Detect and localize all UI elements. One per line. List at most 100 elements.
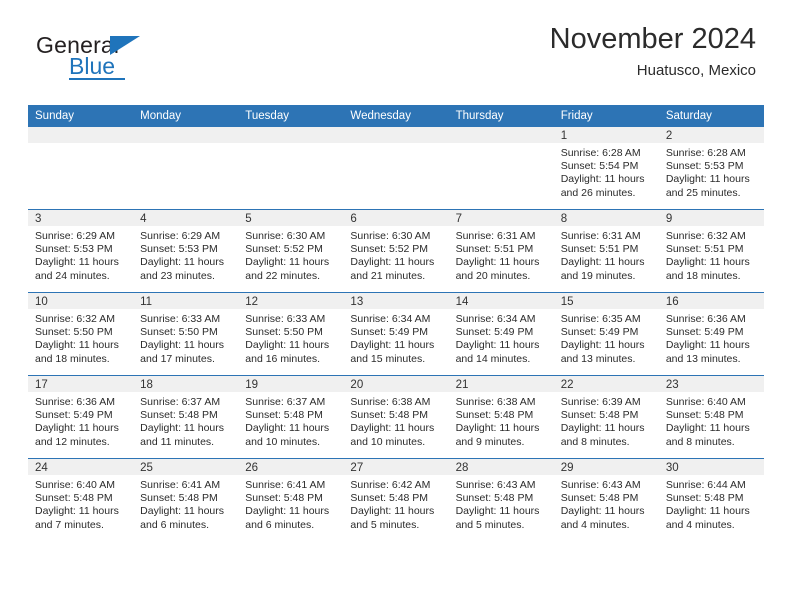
day-number: 28 bbox=[448, 459, 554, 475]
calendar-day[interactable]: 15 Sunrise: 6:35 AM Sunset: 5:49 PM Dayligh… bbox=[553, 293, 659, 375]
calendar-day[interactable]: 23 Sunrise: 6:40 AM Sunset: 5:48 PM Dayligh… bbox=[658, 376, 764, 458]
sunset-time: Sunset: 5:53 PM bbox=[665, 160, 744, 173]
sunset-time: Sunset: 5:48 PM bbox=[455, 409, 534, 422]
calendar-cell[interactable]: 29 Sunrise: 6:43 AM Sunset: 5:48 PM Dayligh… bbox=[553, 458, 659, 541]
calendar-day[interactable]: 24 Sunrise: 6:40 AM Sunset: 5:48 PM Dayligh… bbox=[28, 459, 134, 541]
calendar-day[interactable]: 7 Sunrise: 6:31 AM Sunset: 5:51 PM Daylight… bbox=[448, 210, 554, 292]
calendar-day[interactable]: 9 Sunrise: 6:32 AM Sunset: 5:51 PM Daylight… bbox=[658, 210, 764, 292]
logo-underline bbox=[69, 78, 125, 80]
calendar-cell[interactable]: 7 Sunrise: 6:31 AM Sunset: 5:51 PM Daylight… bbox=[448, 209, 554, 293]
calendar-day[interactable]: 25 Sunrise: 6:41 AM Sunset: 5:48 PM Dayligh… bbox=[133, 459, 239, 541]
daylight-duration-line2: and 15 minutes. bbox=[350, 352, 426, 365]
calendar-day[interactable]: 19 Sunrise: 6:37 AM Sunset: 5:48 PM Dayligh… bbox=[238, 376, 344, 458]
daylight-duration-line1: Daylight: 11 hours bbox=[350, 422, 435, 435]
day-sun-info: Sunrise: 6:30 AM Sunset: 5:52 PM Daylight:… bbox=[238, 226, 343, 283]
calendar-cell[interactable]: 6 Sunrise: 6:30 AM Sunset: 5:52 PM Daylight… bbox=[343, 209, 449, 293]
calendar-cell[interactable]: 20 Sunrise: 6:38 AM Sunset: 5:48 PM Dayligh… bbox=[343, 375, 449, 459]
calendar-day[interactable]: 21 Sunrise: 6:38 AM Sunset: 5:48 PM Dayligh… bbox=[448, 376, 554, 458]
calendar-cell[interactable]: 4 Sunrise: 6:29 AM Sunset: 5:53 PM Daylight… bbox=[133, 209, 239, 293]
calendar-day[interactable]: 4 Sunrise: 6:29 AM Sunset: 5:53 PM Daylight… bbox=[133, 210, 239, 292]
sunset-time: Sunset: 5:50 PM bbox=[245, 326, 323, 339]
calendar-cell[interactable]: 8 Sunrise: 6:31 AM Sunset: 5:51 PM Daylight… bbox=[553, 209, 659, 293]
calendar-cell[interactable]: 26 Sunrise: 6:41 AM Sunset: 5:48 PM Dayligh… bbox=[238, 458, 344, 541]
daylight-duration-line1: Daylight: 11 hours bbox=[245, 505, 330, 518]
calendar-cell[interactable]: 17 Sunrise: 6:36 AM Sunset: 5:49 PM Dayligh… bbox=[28, 375, 134, 459]
sunrise-time: Sunrise: 6:30 AM bbox=[350, 230, 431, 242]
calendar-cell[interactable]: 1 Sunrise: 6:28 AM Sunset: 5:54 PM Daylight… bbox=[553, 127, 659, 210]
daylight-duration-line1: Daylight: 11 hours bbox=[665, 173, 750, 186]
daylight-duration-line2: and 10 minutes. bbox=[245, 435, 320, 448]
sunrise-time: Sunrise: 6:41 AM bbox=[140, 479, 221, 491]
daylight-duration-line1: Daylight: 11 hours bbox=[350, 256, 435, 269]
calendar-day[interactable]: 29 Sunrise: 6:43 AM Sunset: 5:48 PM Dayligh… bbox=[553, 459, 659, 541]
calendar-day[interactable]: 1 Sunrise: 6:28 AM Sunset: 5:54 PM Daylight… bbox=[553, 127, 659, 209]
calendar-day[interactable]: 27 Sunrise: 6:42 AM Sunset: 5:48 PM Dayligh… bbox=[343, 459, 449, 541]
calendar-cell[interactable]: 25 Sunrise: 6:41 AM Sunset: 5:48 PM Dayligh… bbox=[133, 458, 239, 541]
calendar-cell[interactable] bbox=[343, 127, 449, 210]
calendar-day[interactable]: 20 Sunrise: 6:38 AM Sunset: 5:48 PM Dayligh… bbox=[343, 376, 449, 458]
sunrise-time: Sunrise: 6:35 AM bbox=[560, 313, 641, 325]
calendar-cell[interactable]: 5 Sunrise: 6:30 AM Sunset: 5:52 PM Daylight… bbox=[238, 209, 344, 293]
calendar-day[interactable]: 11 Sunrise: 6:33 AM Sunset: 5:50 PM Dayligh… bbox=[133, 293, 239, 375]
daylight-duration-line2: and 26 minutes. bbox=[560, 186, 636, 199]
daylight-duration-line1: Daylight: 11 hours bbox=[560, 339, 645, 352]
calendar-day[interactable]: 30 Sunrise: 6:44 AM Sunset: 5:48 PM Dayligh… bbox=[658, 459, 764, 541]
calendar-day-empty bbox=[343, 127, 449, 209]
calendar-day[interactable]: 13 Sunrise: 6:34 AM Sunset: 5:49 PM Dayligh… bbox=[343, 293, 449, 375]
calendar-cell[interactable] bbox=[448, 127, 554, 210]
calendar-day[interactable]: 6 Sunrise: 6:30 AM Sunset: 5:52 PM Daylight… bbox=[343, 210, 449, 292]
calendar-cell[interactable]: 12 Sunrise: 6:33 AM Sunset: 5:50 PM Dayligh… bbox=[238, 292, 344, 376]
calendar-cell[interactable]: 21 Sunrise: 6:38 AM Sunset: 5:48 PM Dayligh… bbox=[448, 375, 554, 459]
calendar-day[interactable]: 12 Sunrise: 6:33 AM Sunset: 5:50 PM Dayligh… bbox=[238, 293, 344, 375]
sunrise-time: Sunrise: 6:40 AM bbox=[35, 479, 115, 491]
calendar-cell[interactable]: 3 Sunrise: 6:29 AM Sunset: 5:53 PM Daylight… bbox=[28, 209, 134, 293]
calendar-day[interactable]: 28 Sunrise: 6:43 AM Sunset: 5:48 PM Dayligh… bbox=[448, 459, 554, 541]
calendar-day[interactable]: 18 Sunrise: 6:37 AM Sunset: 5:48 PM Dayligh… bbox=[133, 376, 239, 458]
day-number: 17 bbox=[28, 376, 134, 392]
day-sun-info: Sunrise: 6:43 AM Sunset: 5:48 PM Daylight:… bbox=[449, 475, 554, 532]
day-number bbox=[133, 127, 239, 143]
daylight-duration-line1: Daylight: 11 hours bbox=[665, 422, 750, 435]
calendar-cell[interactable]: 19 Sunrise: 6:37 AM Sunset: 5:48 PM Dayligh… bbox=[238, 375, 344, 459]
calendar-day[interactable]: 14 Sunrise: 6:34 AM Sunset: 5:49 PM Dayligh… bbox=[448, 293, 554, 375]
calendar-cell[interactable]: 14 Sunrise: 6:34 AM Sunset: 5:49 PM Dayligh… bbox=[448, 292, 554, 376]
calendar-day[interactable]: 3 Sunrise: 6:29 AM Sunset: 5:53 PM Daylight… bbox=[28, 210, 134, 292]
calendar-cell[interactable]: 9 Sunrise: 6:32 AM Sunset: 5:51 PM Daylight… bbox=[658, 209, 764, 293]
day-sun-info: Sunrise: 6:37 AM Sunset: 5:48 PM Daylight:… bbox=[238, 392, 343, 449]
calendar-day-empty bbox=[448, 127, 554, 209]
calendar-cell[interactable]: 11 Sunrise: 6:33 AM Sunset: 5:50 PM Dayligh… bbox=[133, 292, 239, 376]
calendar-cell[interactable]: 16 Sunrise: 6:36 AM Sunset: 5:49 PM Dayligh… bbox=[658, 292, 764, 376]
calendar-cell[interactable]: 24 Sunrise: 6:40 AM Sunset: 5:48 PM Dayligh… bbox=[28, 458, 134, 541]
calendar-cell[interactable]: 2 Sunrise: 6:28 AM Sunset: 5:53 PM Daylight… bbox=[658, 127, 764, 210]
calendar-day[interactable]: 26 Sunrise: 6:41 AM Sunset: 5:48 PM Dayligh… bbox=[238, 459, 344, 541]
calendar-cell[interactable] bbox=[133, 127, 239, 210]
general-blue-logo[interactable]: General Blue bbox=[36, 34, 196, 88]
weekday-header-friday: Friday bbox=[553, 105, 659, 127]
calendar-cell[interactable]: 10 Sunrise: 6:32 AM Sunset: 5:50 PM Dayligh… bbox=[28, 292, 134, 376]
calendar-cell[interactable] bbox=[28, 127, 134, 210]
calendar-cell[interactable]: 22 Sunrise: 6:39 AM Sunset: 5:48 PM Dayligh… bbox=[553, 375, 659, 459]
day-sun-info: Sunrise: 6:42 AM Sunset: 5:48 PM Daylight:… bbox=[343, 475, 448, 532]
calendar-day[interactable]: 17 Sunrise: 6:36 AM Sunset: 5:49 PM Dayligh… bbox=[28, 376, 134, 458]
calendar-day[interactable]: 22 Sunrise: 6:39 AM Sunset: 5:48 PM Dayligh… bbox=[553, 376, 659, 458]
day-number: 15 bbox=[553, 293, 659, 309]
daylight-duration-line1: Daylight: 11 hours bbox=[665, 256, 750, 269]
calendar-cell[interactable]: 13 Sunrise: 6:34 AM Sunset: 5:49 PM Dayligh… bbox=[343, 292, 449, 376]
calendar-cell[interactable]: 28 Sunrise: 6:43 AM Sunset: 5:48 PM Dayligh… bbox=[448, 458, 554, 541]
daylight-duration-line1: Daylight: 11 hours bbox=[455, 256, 540, 269]
calendar-day[interactable]: 10 Sunrise: 6:32 AM Sunset: 5:50 PM Dayligh… bbox=[28, 293, 134, 375]
calendar-day[interactable]: 5 Sunrise: 6:30 AM Sunset: 5:52 PM Daylight… bbox=[238, 210, 344, 292]
calendar-cell[interactable]: 15 Sunrise: 6:35 AM Sunset: 5:49 PM Dayligh… bbox=[553, 292, 659, 376]
calendar-day[interactable]: 8 Sunrise: 6:31 AM Sunset: 5:51 PM Daylight… bbox=[553, 210, 659, 292]
calendar-cell[interactable]: 23 Sunrise: 6:40 AM Sunset: 5:48 PM Dayligh… bbox=[658, 375, 764, 459]
calendar-cell[interactable]: 27 Sunrise: 6:42 AM Sunset: 5:48 PM Dayligh… bbox=[343, 458, 449, 541]
calendar-day[interactable]: 16 Sunrise: 6:36 AM Sunset: 5:49 PM Dayligh… bbox=[658, 293, 764, 375]
day-number: 30 bbox=[658, 459, 764, 475]
sunset-time: Sunset: 5:49 PM bbox=[455, 326, 534, 339]
daylight-duration-line1: Daylight: 11 hours bbox=[455, 505, 540, 518]
calendar-day[interactable]: 2 Sunrise: 6:28 AM Sunset: 5:53 PM Daylight… bbox=[658, 127, 764, 209]
calendar-cell[interactable] bbox=[238, 127, 344, 210]
weekday-header-sunday: Sunday bbox=[28, 105, 134, 127]
calendar-cell[interactable]: 30 Sunrise: 6:44 AM Sunset: 5:48 PM Dayligh… bbox=[658, 458, 764, 541]
calendar-cell[interactable]: 18 Sunrise: 6:37 AM Sunset: 5:48 PM Dayligh… bbox=[133, 375, 239, 459]
